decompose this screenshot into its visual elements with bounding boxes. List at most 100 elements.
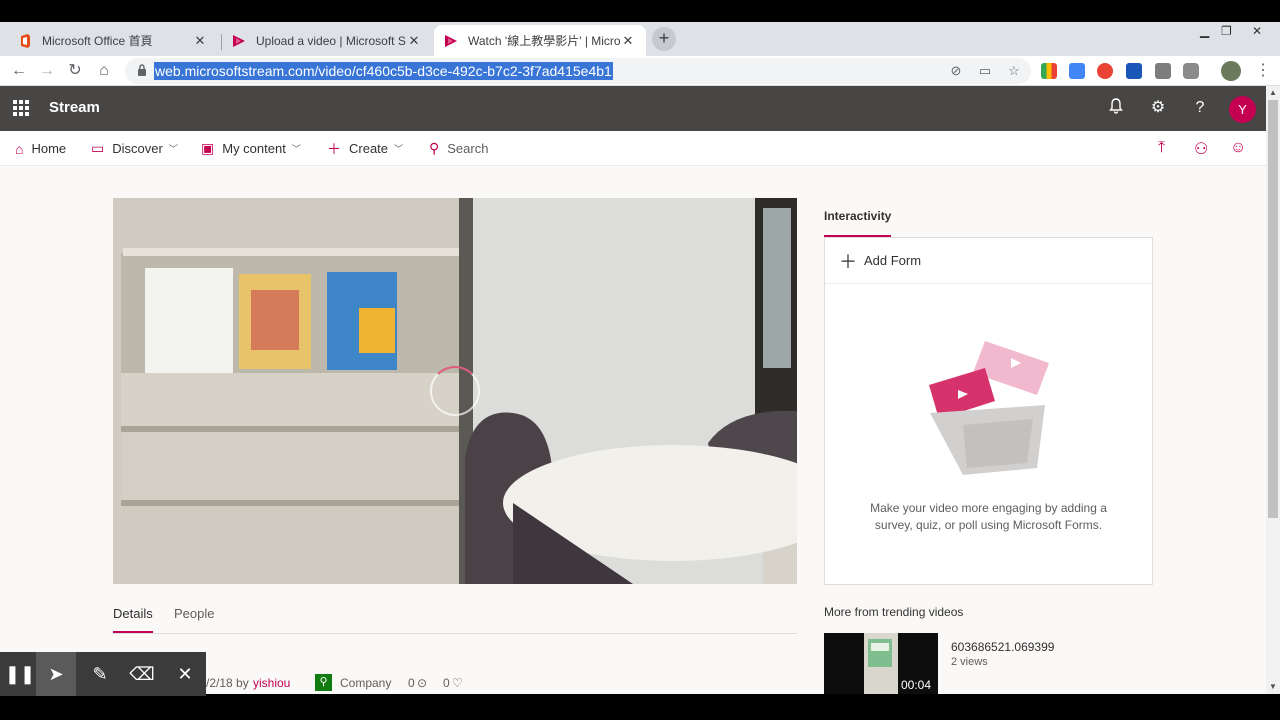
scroll-down-icon[interactable]: ▼ [1266,682,1280,691]
trending-video-title[interactable]: 603686521.069399 [951,640,1054,654]
pen-icon[interactable]: ✎ [80,652,120,696]
forward-icon[interactable]: → [36,60,58,82]
close-recorder-icon[interactable]: ✕ [165,652,205,696]
browser-tab-strip: Microsoft Office 首頁 ✕ Upload a video | M… [0,22,1280,56]
restore-icon[interactable]: ❐ [1221,24,1232,38]
chevron-down-icon: ﹀ [291,144,301,154]
tab-details[interactable]: Details [113,606,153,633]
nav-my-content-label: My content [222,141,286,156]
extension-icon[interactable] [1041,63,1057,79]
nav-my-content[interactable]: ▣ My content ﹀ [201,131,301,166]
chevron-down-icon: ﹀ [168,144,178,154]
close-window-icon[interactable]: ✕ [1252,24,1262,38]
screen-recorder-toolbar: ❚❚ ➤ ✎ ⌫ ✕ [0,652,206,696]
reload-icon[interactable]: ↻ [64,60,86,82]
permission-label: Company [340,676,392,690]
help-icon[interactable]: ? [1190,98,1210,118]
stream-favicon-icon [445,34,457,47]
site-settings-icon[interactable]: ⊘ [947,62,965,80]
plus-icon: ＋ [327,140,341,157]
tab-people[interactable]: People [174,606,214,621]
back-icon[interactable]: ← [8,60,30,82]
add-form-label: Add Form [864,253,922,268]
lock-icon [138,64,146,76]
new-tab-button[interactable]: + [652,27,676,51]
settings-gear-icon[interactable]: ⚙ [1148,98,1168,118]
plus-icon: ＋ [839,251,857,272]
pause-icon[interactable]: ❚❚ [0,652,40,696]
chevron-down-icon: ﹀ [394,144,404,154]
menu-kebab-icon[interactable]: ⋮ [1252,60,1274,82]
add-form-button[interactable]: ＋ Add Form [825,238,1152,284]
app-header: Stream ⚙ ? Y [0,86,1266,131]
screen: Microsoft Office 首頁 ✕ Upload a video | M… [0,0,1280,720]
close-tab-icon[interactable]: ✕ [406,33,422,49]
nav-create-label: Create [349,141,389,156]
address-bar[interactable]: web.microsoftstream.com/video/cf460c5b-d… [125,58,1031,84]
loading-spinner-icon [430,366,480,416]
close-tab-icon[interactable]: ✕ [192,33,208,49]
url-text[interactable]: web.microsoftstream.com/video/cf460c5b-d… [154,62,613,80]
views-count: 0 [408,676,415,690]
extension-icon[interactable] [1183,63,1199,79]
home-icon[interactable]: ⌂ [93,60,115,82]
cast-icon[interactable]: ▭ [976,62,994,80]
minimize-icon[interactable]: ▁ [1200,24,1209,38]
search-icon: ⚲ [429,140,440,156]
office-favicon-icon [21,33,30,48]
profile-avatar-icon[interactable] [1221,61,1241,81]
home-icon: ⌂ [15,140,24,157]
feedback-smiley-icon[interactable]: ☺ [1230,139,1246,157]
extension-icon[interactable] [1126,63,1142,79]
discover-icon: ▭ [91,140,105,156]
trending-video-views: 2 views [951,656,988,668]
upload-date-text: /2/18 by [206,676,249,690]
nav-home-label: Home [31,141,67,156]
interactivity-description: Make your video more engaging by adding … [870,501,1107,532]
search-input[interactable]: ⚲ Search [429,131,488,166]
trending-title: More from trending videos [824,605,964,619]
browser-tab-watch[interactable]: Watch '線上教學影片' | Microsof ✕ [434,25,646,56]
scroll-up-icon[interactable]: ▲ [1266,88,1280,97]
app-nav: ⌂ Home ▭ Discover ﹀ ▣ My content ﹀ ＋ Cre… [0,131,1266,166]
nav-home[interactable]: ⌂ Home [15,131,66,166]
download-icon[interactable] [1155,63,1171,79]
app-brand[interactable]: Stream [49,99,100,116]
bookmark-star-icon[interactable]: ☆ [1005,62,1023,80]
eraser-icon[interactable]: ⌫ [122,652,162,696]
upload-icon[interactable]: ⤒ [1158,139,1165,157]
browser-tab-upload[interactable]: Upload a video | Microsoft Stre ✕ [222,25,432,56]
interactivity-title[interactable]: Interactivity [824,209,891,223]
tab-title: Microsoft Office 首頁 [42,34,153,48]
stream-app: Stream ⚙ ? Y ⌂ Home ▭ Discover ﹀ ▣ My co… [0,86,1266,694]
tab-title: Watch '線上教學影片' | Microsof [468,34,620,48]
tab-title: Upload a video | Microsoft Stre [256,33,406,48]
stream-favicon-icon [233,34,245,47]
extension-icon[interactable] [1097,63,1113,79]
interactivity-panel: ＋ Add Form Make your video more engaging… [824,237,1153,585]
details-tabs: Details People [113,606,797,634]
forms-illustration-icon [929,341,1049,475]
video-player[interactable] [113,198,797,584]
author-link[interactable]: yishiou [253,676,290,690]
heart-icon[interactable]: ♡ [452,676,463,690]
browser-tab-office[interactable]: Microsoft Office 首頁 ✕ [8,25,218,56]
nav-create[interactable]: ＋ Create ﹀ [327,131,403,166]
scrollbar-thumb[interactable] [1268,100,1278,518]
likes-count: 0 [443,676,450,690]
add-user-icon[interactable]: ⚇ [1194,139,1208,159]
close-tab-icon[interactable]: ✕ [620,33,636,49]
app-launcher-icon[interactable] [13,100,29,116]
page-scrollbar[interactable]: ▲ ▼ [1266,86,1280,694]
nav-discover-label: Discover [112,141,163,156]
nav-discover[interactable]: ▭ Discover ﹀ [91,131,178,166]
avatar[interactable]: Y [1229,96,1256,123]
company-permission-icon: ⚲ [315,674,332,691]
trending-video-thumbnail[interactable]: 00:04 [824,633,938,694]
pointer-icon[interactable]: ➤ [36,652,76,696]
views-icon: ⊙ [417,676,428,690]
translate-icon[interactable] [1069,63,1085,79]
search-placeholder: Search [447,141,489,156]
my-content-icon: ▣ [201,140,215,156]
notifications-bell-icon[interactable] [1106,98,1126,118]
